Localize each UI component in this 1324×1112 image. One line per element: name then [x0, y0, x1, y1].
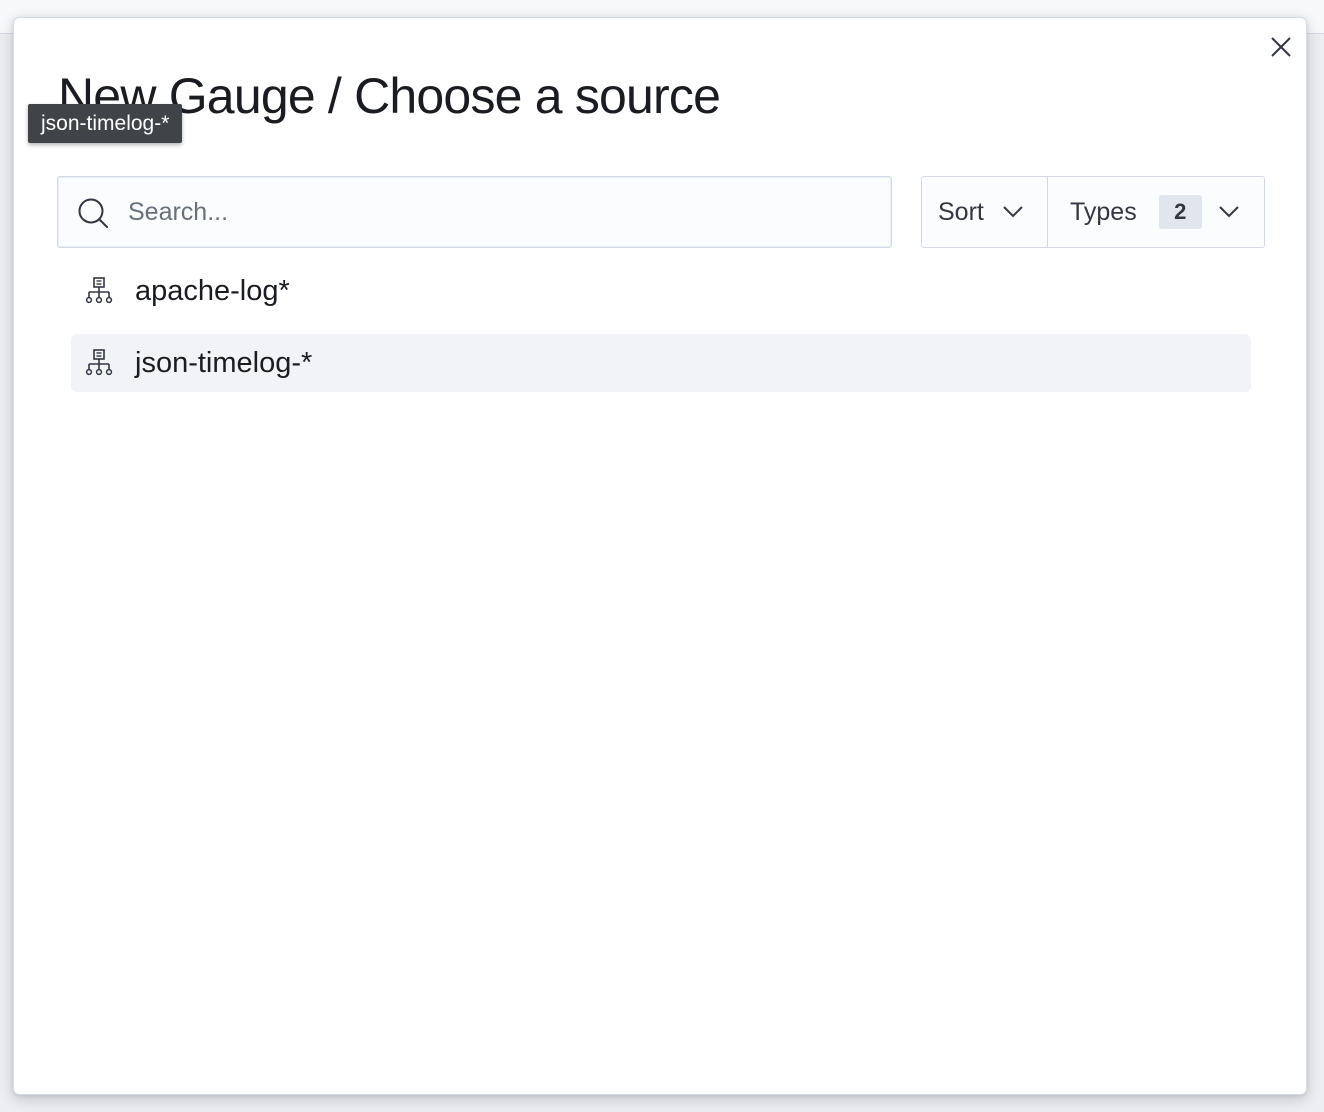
list-item-json-timelog[interactable]: json-timelog-* [71, 334, 1251, 392]
choose-source-modal: New Gauge / Choose a source json-timelog… [13, 17, 1307, 1095]
index-pattern-icon [84, 348, 114, 378]
list-item-apache-log[interactable]: apache-log* [71, 262, 1251, 320]
chevron-down-icon [1218, 206, 1239, 218]
sort-label: Sort [938, 197, 984, 226]
index-pattern-icon [84, 276, 114, 306]
sort-button[interactable]: Sort [922, 177, 1048, 247]
search-icon [78, 198, 108, 228]
search-field[interactable] [57, 176, 892, 248]
list-item-label: json-timelog-* [135, 346, 313, 379]
types-button[interactable]: Types 2 [1048, 177, 1264, 247]
chevron-down-icon [1003, 206, 1023, 218]
item-tooltip: json-timelog-* [28, 104, 183, 143]
source-list: apache-log* json-timelog-* [71, 262, 1251, 406]
list-item-label: apache-log* [135, 274, 290, 307]
types-count-badge: 2 [1158, 195, 1202, 229]
types-label: Types [1070, 197, 1137, 226]
filter-group: Sort Types 2 [921, 176, 1265, 248]
close-icon [1271, 37, 1291, 57]
search-input[interactable] [126, 177, 866, 247]
close-button[interactable] [1266, 32, 1296, 62]
